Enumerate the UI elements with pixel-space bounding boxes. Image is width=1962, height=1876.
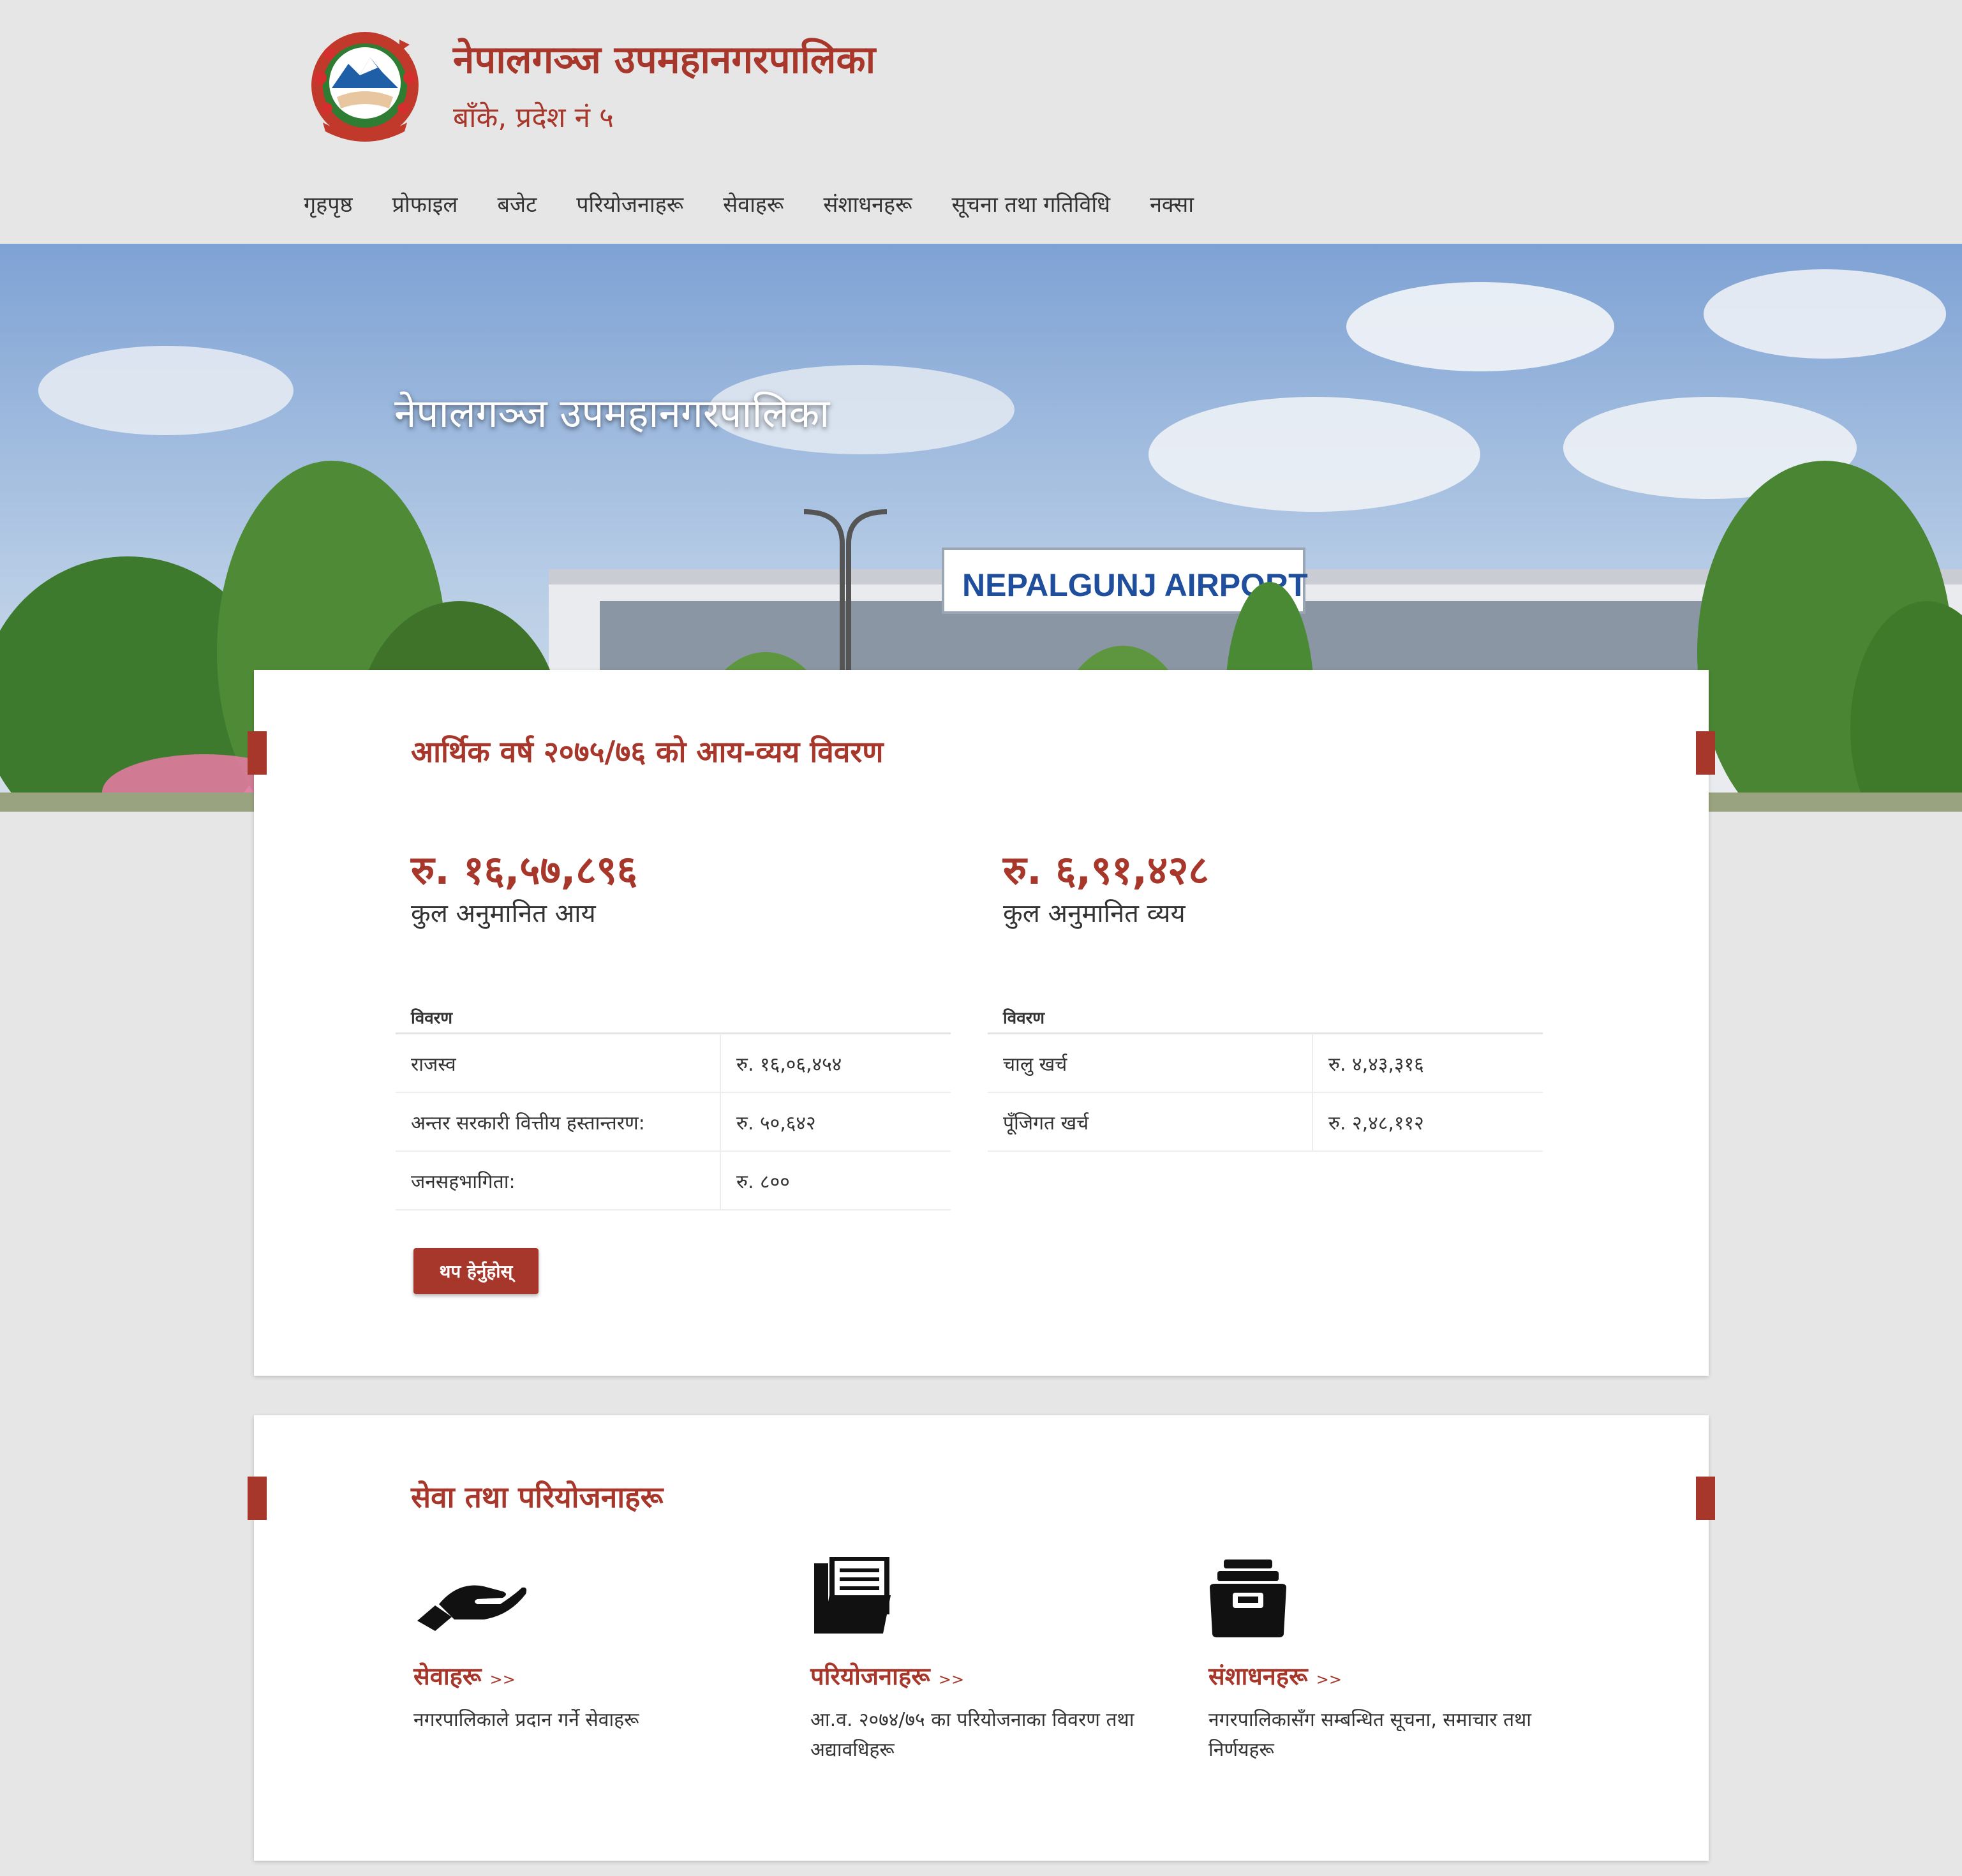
expense-table: विवरण चालु खर्च रु. ४,४३,३१६ पूँजिगत खर्… xyxy=(988,1006,1543,1152)
expense-label: कुल अनुमानित व्यय xyxy=(1003,899,1185,928)
section-marker-right xyxy=(1696,731,1715,775)
resources-link[interactable]: संशाधनहरू >> xyxy=(1208,1659,1342,1692)
income-label: कुल अनुमानित आय xyxy=(411,899,596,928)
nav-news-activities[interactable]: सूचना तथा गतिविधि xyxy=(952,189,1111,218)
main-nav: गृहपृष्ठ प्रोफाइल बजेट परियोजनाहरू सेवाह… xyxy=(304,189,1194,218)
hero-title: नेपालगञ्ज उपमहानगरपालिका xyxy=(394,390,830,436)
income-amount: रु. १६,५७,८९६ xyxy=(411,847,637,893)
nav-map[interactable]: नक्सा xyxy=(1150,189,1194,218)
site-header: नेपालगञ्ज उपमहानगरपालिका बाँके, प्रदेश न… xyxy=(0,0,1962,244)
table-row: जनसहभागिता: रु. ८०० xyxy=(396,1151,951,1210)
archive-box-icon xyxy=(1208,1549,1323,1648)
projects-description: आ.व. २०७४/७५ का परियोजनाका विवरण तथा अद्… xyxy=(810,1709,1134,1761)
section-marker-left xyxy=(248,731,267,775)
income-table-header: विवरण xyxy=(396,1006,951,1034)
site-subtitle: बाँके, प्रदेश नं ५ xyxy=(453,101,614,134)
site-title[interactable]: नेपालगञ्ज उपमहानगरपालिका xyxy=(453,32,875,84)
projects-link[interactable]: परियोजनाहरू >> xyxy=(810,1659,964,1692)
income-row-name: राजस्व xyxy=(396,1033,720,1093)
table-row: राजस्व रु. १६,०६,४५४ xyxy=(396,1033,951,1093)
table-row: चालु खर्च रु. ४,४३,३१६ xyxy=(988,1033,1543,1093)
income-row-value: रु. ८०० xyxy=(720,1151,951,1210)
folder-documents-icon xyxy=(810,1549,925,1648)
services-title: सेवा तथा परियोजनाहरू xyxy=(411,1480,664,1514)
nepal-emblem-icon[interactable] xyxy=(304,27,426,142)
nav-projects[interactable]: परियोजनाहरू xyxy=(576,189,683,218)
services-description: नगरपालिकाले प्रदान गर्ने सेवाहरू xyxy=(413,1709,639,1731)
expense-amount: रु. ६,९१,४२८ xyxy=(1003,847,1209,893)
table-row: पूँजिगत खर्च रु. २,४८,११२ xyxy=(988,1092,1543,1152)
expense-table-header: विवरण xyxy=(988,1006,1543,1034)
hand-icon xyxy=(413,1549,528,1648)
budget-card: आर्थिक वर्ष २०७५/७६ को आय-व्यय विवरण रु.… xyxy=(248,670,1715,1376)
expense-row-value: रु. २,४८,११२ xyxy=(1312,1092,1543,1152)
expense-row-name: चालु खर्च xyxy=(988,1033,1312,1093)
section-marker-left xyxy=(248,1477,267,1520)
expense-row-value: रु. ४,४३,३१६ xyxy=(1312,1033,1543,1093)
nav-services[interactable]: सेवाहरू xyxy=(723,189,784,218)
nav-budget[interactable]: बजेट xyxy=(497,189,537,218)
services-link[interactable]: सेवाहरू >> xyxy=(413,1659,516,1692)
budget-title: आर्थिक वर्ष २०७५/७६ को आय-व्यय विवरण xyxy=(411,734,884,769)
resources-description: नगरपालिकासँग सम्बन्धित सूचना, समाचार तथा… xyxy=(1208,1709,1532,1761)
income-row-value: रु. १६,०६,४५४ xyxy=(720,1033,951,1093)
nav-resources[interactable]: संशाधनहरू xyxy=(823,189,912,218)
services-card: सेवा तथा परियोजनाहरू सेवाहरू >> नगरपालिक… xyxy=(248,1415,1715,1861)
table-row: अन्तर सरकारी वित्तीय हस्तान्तरण: रु. ५०,… xyxy=(396,1092,951,1152)
income-row-name: जनसहभागिता: xyxy=(396,1151,720,1210)
view-more-button[interactable]: थप हेर्नुहोस् xyxy=(413,1248,539,1294)
income-row-value: रु. ५०,६४२ xyxy=(720,1092,951,1152)
income-row-name: अन्तर सरकारी वित्तीय हस्तान्तरण: xyxy=(396,1092,720,1152)
nav-profile[interactable]: प्रोफाइल xyxy=(392,189,458,218)
income-table: विवरण राजस्व रु. १६,०६,४५४ अन्तर सरकारी … xyxy=(396,1006,951,1210)
section-marker-right xyxy=(1696,1477,1715,1520)
nav-home[interactable]: गृहपृष्ठ xyxy=(304,189,353,218)
expense-row-name: पूँजिगत खर्च xyxy=(988,1092,1312,1152)
